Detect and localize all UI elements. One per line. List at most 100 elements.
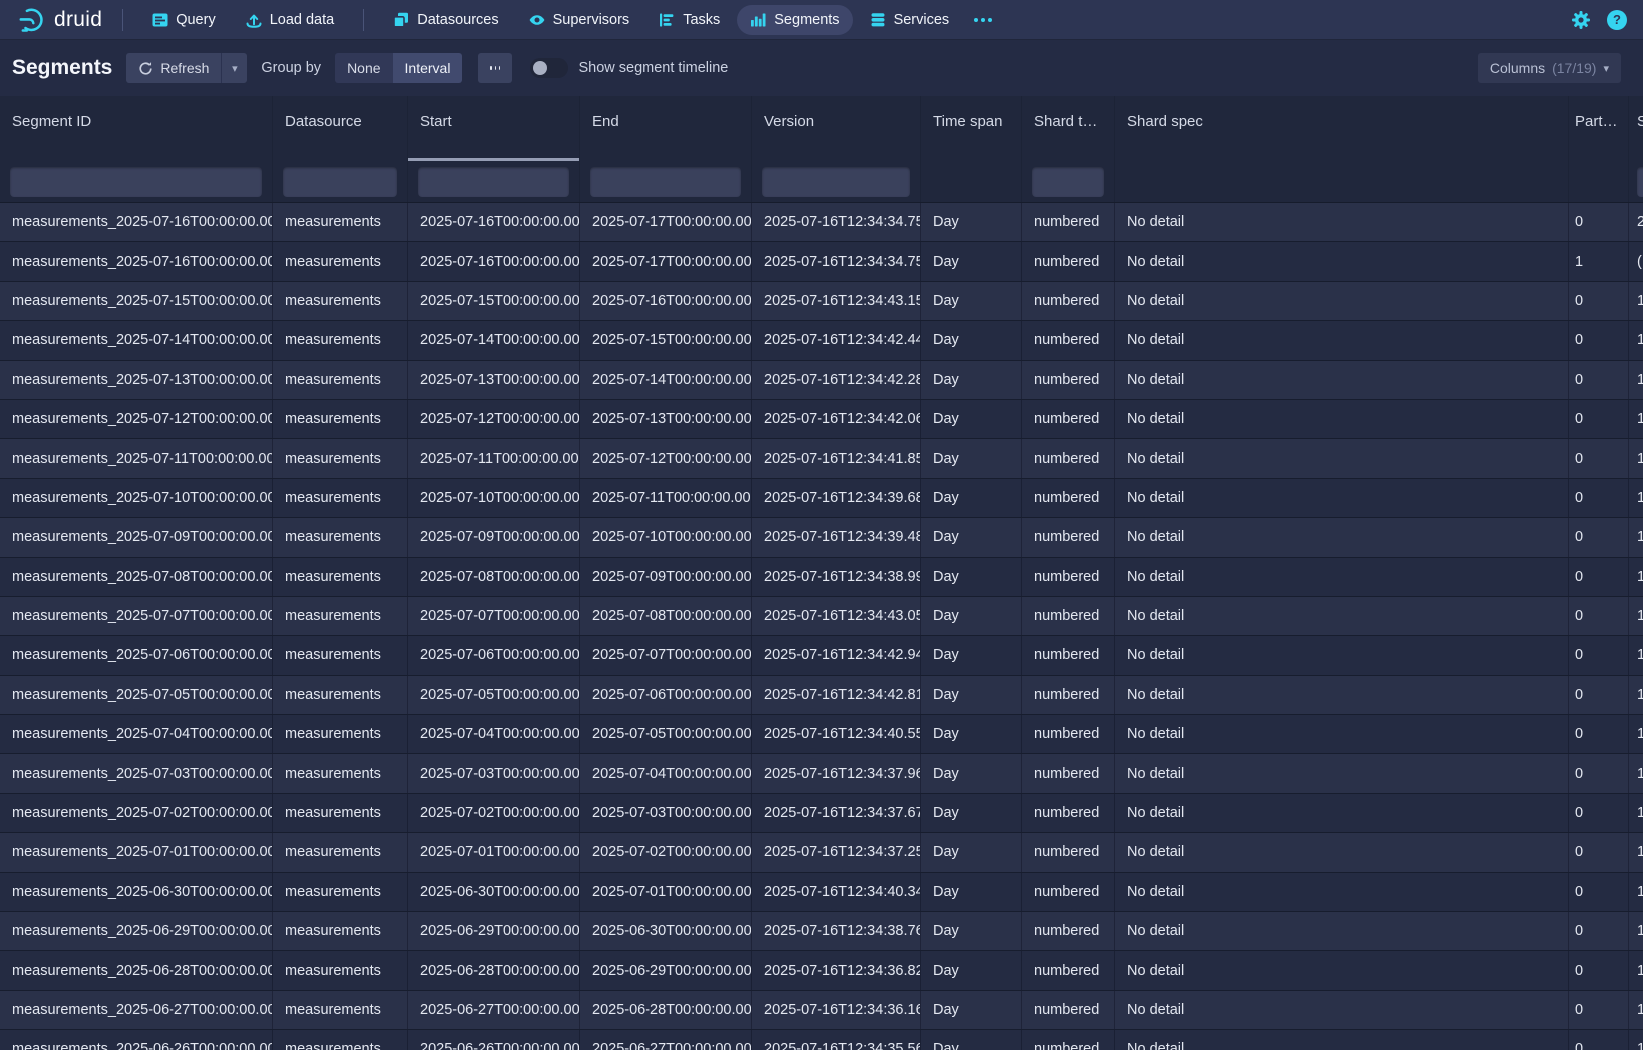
cell-size[interactable]: 2	[1629, 203, 1643, 241]
cell-shard_type[interactable]: numbered	[1022, 558, 1115, 596]
cell-size[interactable]: 1	[1629, 754, 1643, 792]
cell-size[interactable]: 1	[1629, 676, 1643, 714]
cell-end[interactable]: 2025-07-13T00:00:00.000Z	[580, 400, 752, 438]
cell-end[interactable]: 2025-07-05T00:00:00.000Z	[580, 715, 752, 753]
cell-partition[interactable]: 0	[1569, 912, 1629, 950]
nav-item-segments[interactable]: Segments	[737, 5, 852, 35]
cell-partition[interactable]: 0	[1569, 715, 1629, 753]
cell-end[interactable]: 2025-07-17T00:00:00.000Z	[580, 242, 752, 280]
cell-size[interactable]: 1	[1629, 558, 1643, 596]
cell-datasource[interactable]: measurements	[273, 203, 408, 241]
cell-version[interactable]: 2025-07-16T12:34:38.996Z	[752, 558, 921, 596]
cell-shard_type[interactable]: numbered	[1022, 400, 1115, 438]
column-header-end[interactable]: End	[580, 96, 752, 161]
cell-segment_id[interactable]: measurements_2025-07-05T00:00:00.000Z...	[0, 676, 273, 714]
cell-partition[interactable]: 0	[1569, 558, 1629, 596]
cell-version[interactable]: 2025-07-16T12:34:37.963Z	[752, 754, 921, 792]
cell-segment_id[interactable]: measurements_2025-07-14T00:00:00.000Z...	[0, 321, 273, 359]
column-header-start[interactable]: Start	[408, 96, 580, 161]
cell-shard_spec[interactable]: No detail	[1115, 361, 1569, 399]
cell-end[interactable]: 2025-07-03T00:00:00.000Z	[580, 794, 752, 832]
cell-segment_id[interactable]: measurements_2025-07-12T00:00:00.000Z...	[0, 400, 273, 438]
cell-shard_type[interactable]: numbered	[1022, 754, 1115, 792]
cell-datasource[interactable]: measurements	[273, 361, 408, 399]
cell-size[interactable]: 1	[1629, 439, 1643, 477]
cell-shard_spec[interactable]: No detail	[1115, 558, 1569, 596]
cell-shard_spec[interactable]: No detail	[1115, 242, 1569, 280]
cell-segment_id[interactable]: measurements_2025-07-04T00:00:00.000Z...	[0, 715, 273, 753]
cell-size[interactable]: 1	[1629, 321, 1643, 359]
cell-time_span[interactable]: Day	[921, 597, 1022, 635]
cell-shard_spec[interactable]: No detail	[1115, 1030, 1569, 1050]
nav-item-tasks[interactable]: Tasks	[646, 5, 733, 35]
cell-segment_id[interactable]: measurements_2025-07-16T00:00:00.000Z...	[0, 242, 273, 280]
cell-version[interactable]: 2025-07-16T12:34:43.050Z	[752, 597, 921, 635]
cell-size[interactable]: (	[1629, 242, 1643, 280]
cell-end[interactable]: 2025-06-28T00:00:00.000Z	[580, 991, 752, 1029]
cell-start[interactable]: 2025-07-14T00:00:00.000Z	[408, 321, 580, 359]
cell-size[interactable]: 1	[1629, 991, 1643, 1029]
cell-start[interactable]: 2025-07-12T00:00:00.000Z	[408, 400, 580, 438]
filter-input-end[interactable]	[590, 167, 741, 197]
cell-end[interactable]: 2025-07-10T00:00:00.000Z	[580, 518, 752, 556]
cell-version[interactable]: 2025-07-16T12:34:43.157Z	[752, 282, 921, 320]
cell-partition[interactable]: 0	[1569, 361, 1629, 399]
cell-segment_id[interactable]: measurements_2025-07-13T00:00:00.000Z...	[0, 361, 273, 399]
cell-partition[interactable]: 0	[1569, 676, 1629, 714]
cell-time_span[interactable]: Day	[921, 321, 1022, 359]
column-header-datasource[interactable]: Datasource	[273, 96, 408, 161]
column-header-size[interactable]: Size	[1629, 96, 1643, 161]
cell-datasource[interactable]: measurements	[273, 873, 408, 911]
cell-start[interactable]: 2025-07-06T00:00:00.000Z	[408, 636, 580, 674]
cell-shard_type[interactable]: numbered	[1022, 1030, 1115, 1050]
cell-shard_type[interactable]: numbered	[1022, 794, 1115, 832]
cell-shard_spec[interactable]: No detail	[1115, 518, 1569, 556]
cell-end[interactable]: 2025-07-14T00:00:00.000Z	[580, 361, 752, 399]
cell-time_span[interactable]: Day	[921, 873, 1022, 911]
cell-start[interactable]: 2025-06-27T00:00:00.000Z	[408, 991, 580, 1029]
filter-input-datasource[interactable]	[283, 167, 397, 197]
cell-shard_type[interactable]: numbered	[1022, 951, 1115, 989]
cell-partition[interactable]: 0	[1569, 873, 1629, 911]
cell-end[interactable]: 2025-06-30T00:00:00.000Z	[580, 912, 752, 950]
cell-size[interactable]: 1	[1629, 794, 1643, 832]
cell-end[interactable]: 2025-07-12T00:00:00.000Z	[580, 439, 752, 477]
cell-time_span[interactable]: Day	[921, 912, 1022, 950]
cell-partition[interactable]: 0	[1569, 636, 1629, 674]
cell-segment_id[interactable]: measurements_2025-07-03T00:00:00.000Z...	[0, 754, 273, 792]
cell-end[interactable]: 2025-07-01T00:00:00.000Z	[580, 873, 752, 911]
cell-datasource[interactable]: measurements	[273, 439, 408, 477]
cell-segment_id[interactable]: measurements_2025-06-30T00:00:00.000Z...	[0, 873, 273, 911]
cell-shard_type[interactable]: numbered	[1022, 439, 1115, 477]
cell-time_span[interactable]: Day	[921, 1030, 1022, 1050]
nav-item-datasources[interactable]: Datasources	[380, 5, 511, 35]
filter-input-shard_type[interactable]	[1032, 167, 1104, 197]
cell-segment_id[interactable]: measurements_2025-07-11T00:00:00.000Z...	[0, 439, 273, 477]
cell-partition[interactable]: 0	[1569, 518, 1629, 556]
cell-start[interactable]: 2025-07-09T00:00:00.000Z	[408, 518, 580, 556]
cell-start[interactable]: 2025-06-30T00:00:00.000Z	[408, 873, 580, 911]
cell-shard_type[interactable]: numbered	[1022, 242, 1115, 280]
cell-size[interactable]: 1	[1629, 282, 1643, 320]
cell-time_span[interactable]: Day	[921, 518, 1022, 556]
cell-start[interactable]: 2025-06-29T00:00:00.000Z	[408, 912, 580, 950]
help-icon[interactable]: ?	[1607, 10, 1627, 30]
cell-segment_id[interactable]: measurements_2025-07-16T00:00:00.000Z...	[0, 203, 273, 241]
cell-partition[interactable]: 0	[1569, 754, 1629, 792]
cell-partition[interactable]: 0	[1569, 794, 1629, 832]
cell-start[interactable]: 2025-07-03T00:00:00.000Z	[408, 754, 580, 792]
cell-segment_id[interactable]: measurements_2025-06-29T00:00:00.000Z...	[0, 912, 273, 950]
cell-size[interactable]: 1	[1629, 833, 1643, 871]
cell-size[interactable]: 1	[1629, 1030, 1643, 1050]
cell-shard_type[interactable]: numbered	[1022, 597, 1115, 635]
filter-input-start[interactable]	[418, 167, 569, 197]
cell-segment_id[interactable]: measurements_2025-07-15T00:00:00.000Z...	[0, 282, 273, 320]
cell-partition[interactable]: 0	[1569, 400, 1629, 438]
column-header-shard_spec[interactable]: Shard spec	[1115, 96, 1569, 161]
cell-segment_id[interactable]: measurements_2025-07-09T00:00:00.000Z...	[0, 518, 273, 556]
cell-time_span[interactable]: Day	[921, 833, 1022, 871]
cell-size[interactable]: 1	[1629, 636, 1643, 674]
cell-shard_type[interactable]: numbered	[1022, 636, 1115, 674]
cell-segment_id[interactable]: measurements_2025-07-02T00:00:00.000Z...	[0, 794, 273, 832]
refresh-dropdown-button[interactable]: ▾	[221, 53, 247, 83]
